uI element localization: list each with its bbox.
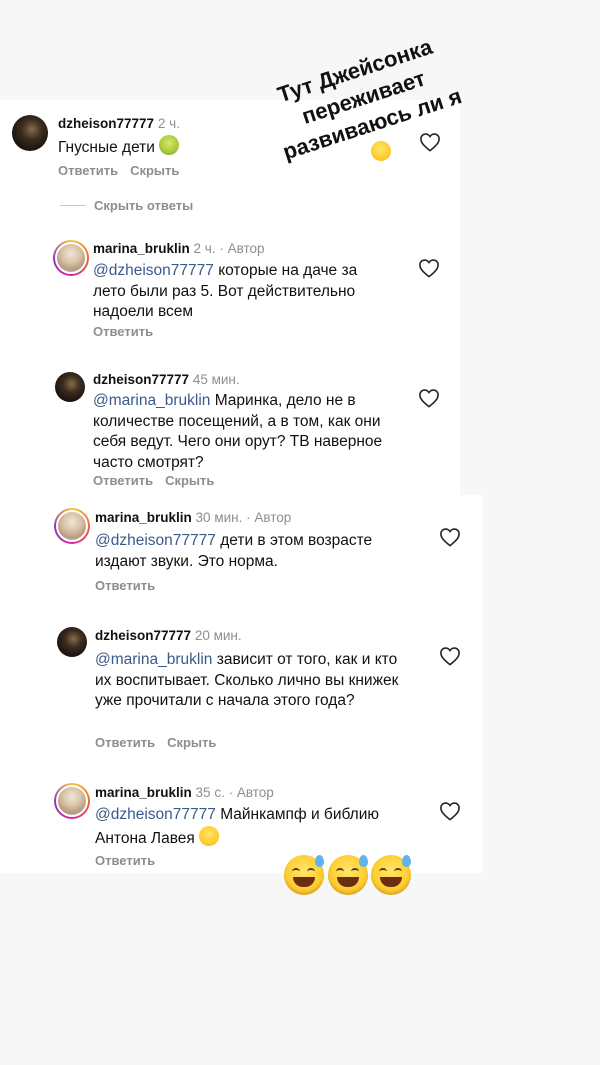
- reply-button[interactable]: Ответить: [93, 473, 153, 488]
- reply-button[interactable]: Ответить: [58, 163, 118, 178]
- mention-link[interactable]: @dzheison77777: [93, 262, 214, 279]
- avatar-story-ring[interactable]: [53, 240, 89, 276]
- comment-actions: Ответить Скрыть: [93, 473, 226, 488]
- like-heart-icon[interactable]: [418, 258, 440, 278]
- avatar-story-ring[interactable]: [54, 508, 90, 544]
- grinning-sweat-icon: [371, 855, 411, 895]
- comment-text: @marina_bruklin зависит от того, как и к…: [95, 651, 399, 709]
- nauseated-face-icon: [159, 135, 180, 155]
- comment-text: @marina_bruklin Маринка, дело не в колич…: [93, 392, 383, 471]
- comment-meta: marina_bruklin 35 с. · Автор: [95, 785, 274, 800]
- like-heart-icon[interactable]: [439, 801, 461, 821]
- username[interactable]: dzheison77777: [58, 116, 154, 131]
- mention-link[interactable]: @dzheison77777: [95, 532, 216, 549]
- like-heart-icon[interactable]: [418, 388, 440, 408]
- comment-actions: Ответить Скрыть: [95, 735, 228, 750]
- username[interactable]: marina_bruklin: [93, 241, 190, 256]
- avatar[interactable]: [55, 372, 85, 402]
- comment-actions: Ответить: [95, 578, 167, 593]
- hide-button[interactable]: Скрыть: [130, 163, 179, 178]
- grinning-sweat-icon: [284, 855, 324, 895]
- comment-actions: Ответить: [93, 324, 165, 339]
- comment-actions: Ответить Скрыть: [58, 163, 191, 178]
- comment-meta: dzheison77777 20 мин.: [95, 628, 242, 643]
- reply-button[interactable]: Ответить: [95, 853, 155, 868]
- comment-meta: marina_bruklin 30 мин. · Автор: [95, 510, 292, 525]
- username[interactable]: marina_bruklin: [95, 785, 192, 800]
- mention-link[interactable]: @marina_bruklin: [93, 392, 210, 409]
- hide-replies-line: [60, 205, 86, 206]
- comment-text: @dzheison77777 дети в этом возрасте изда…: [95, 532, 373, 570]
- mention-link[interactable]: @marina_bruklin: [95, 651, 212, 668]
- comment-text: @dzheison77777 Майнкампф и библию Антона…: [95, 806, 379, 847]
- comment-meta: dzheison77777 45 мин.: [93, 372, 240, 387]
- avatar[interactable]: [57, 627, 87, 657]
- reply-button[interactable]: Ответить: [95, 578, 155, 593]
- username[interactable]: dzheison77777: [93, 372, 189, 387]
- comment-meta: marina_bruklin 2 ч. · Автор: [93, 241, 265, 256]
- username[interactable]: marina_bruklin: [95, 510, 192, 525]
- hide-replies-button[interactable]: Скрыть ответы: [94, 198, 193, 213]
- comment-text: @dzheison77777 которые на даче за лето б…: [93, 262, 358, 320]
- author-badge: Автор: [236, 785, 274, 800]
- grinning-sweat-icon: [328, 855, 368, 895]
- comment-meta: dzheison77777 2 ч.: [58, 116, 180, 131]
- hide-button[interactable]: Скрыть: [165, 473, 214, 488]
- mention-link[interactable]: @dzheison77777: [95, 806, 216, 823]
- author-badge: Автор: [254, 510, 292, 525]
- reply-button[interactable]: Ответить: [95, 735, 155, 750]
- grinning-sweat-icon: [199, 825, 220, 846]
- author-badge: Автор: [227, 241, 265, 256]
- username[interactable]: dzheison77777: [95, 628, 191, 643]
- reply-button[interactable]: Ответить: [93, 324, 153, 339]
- comment-text: Гнусные дети: [58, 135, 398, 159]
- avatar[interactable]: [12, 115, 48, 151]
- like-heart-icon[interactable]: [419, 132, 441, 152]
- comment-actions: Ответить: [95, 853, 167, 868]
- hide-button[interactable]: Скрыть: [167, 735, 216, 750]
- like-heart-icon[interactable]: [439, 527, 461, 547]
- like-heart-icon[interactable]: [439, 646, 461, 666]
- timestamp: 2 ч.: [157, 116, 180, 131]
- avatar-story-ring[interactable]: [54, 783, 90, 819]
